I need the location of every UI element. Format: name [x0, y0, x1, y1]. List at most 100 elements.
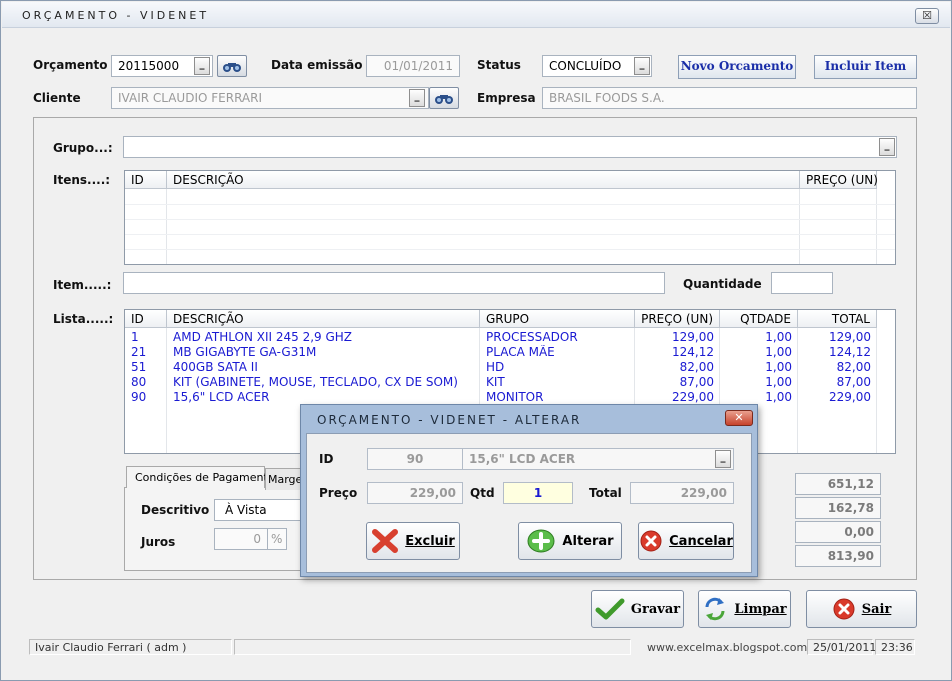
- tab-margem[interactable]: Marge: [265, 468, 305, 490]
- lista-row[interactable]: 80 KIT (GABINETE, MOUSE, TECLADO, CX DE …: [125, 375, 877, 390]
- lista-row[interactable]: 21 MB GIGABYTE GA-G31M PLACA MÃE 124,12 …: [125, 345, 877, 360]
- statusbar-user: Ivair Claudio Ferrari ( adm ): [29, 639, 232, 655]
- lista-cell-descricao: 15,6" LCD ACER: [173, 390, 270, 404]
- orcamento-dropdown-button[interactable]: _: [194, 57, 210, 75]
- dialog-qtd-label: Qtd: [470, 486, 495, 500]
- lista-cell-qtdade: 1,00: [765, 375, 792, 389]
- grupo-dropdown-button[interactable]: _: [879, 138, 895, 156]
- itens-list[interactable]: ID DESCRIÇÃO PREÇO (UN): [124, 170, 896, 265]
- total-field: 651,12: [795, 473, 881, 495]
- dialog-id-field[interactable]: 90: [367, 448, 463, 470]
- lista-col-id[interactable]: ID: [125, 310, 167, 328]
- dialog-qtd-field[interactable]: 1: [503, 482, 573, 504]
- gravar-button[interactable]: Gravar: [591, 590, 684, 628]
- binoculars-icon: [435, 95, 453, 104]
- itens-col-descricao[interactable]: DESCRIÇÃO: [167, 171, 800, 189]
- limpar-button[interactable]: Limpar: [698, 590, 791, 628]
- lista-col-descricao[interactable]: DESCRIÇÃO: [167, 310, 480, 328]
- novo-orcamento-button[interactable]: Novo Orcamento: [678, 55, 796, 79]
- limpar-label: Limpar: [734, 601, 787, 617]
- delete-x-icon: [372, 529, 399, 553]
- lista-cell-grupo: PROCESSADOR: [486, 330, 578, 344]
- cliente-search-button[interactable]: [429, 87, 459, 109]
- dialog-id-label: ID: [319, 452, 334, 466]
- lista-col-qtdade[interactable]: QTDADE: [720, 310, 798, 328]
- juros-field[interactable]: 0: [214, 528, 268, 550]
- juros-value: 0: [253, 532, 261, 546]
- lista-col-total[interactable]: TOTAL: [798, 310, 877, 328]
- excluir-button[interactable]: Excluir: [366, 522, 460, 560]
- cliente-value: IVAIR CLAUDIO FERRARI: [118, 91, 263, 105]
- lista-cell-preco: 124,12: [672, 345, 714, 359]
- grupo-field[interactable]: [123, 136, 897, 158]
- dialog-close-button[interactable]: ✕: [725, 410, 753, 426]
- lista-cell-id: 1: [131, 330, 139, 344]
- lista-cell-descricao: 400GB SATA II: [173, 360, 258, 374]
- lista-cell-id: 51: [131, 360, 147, 374]
- lista-col-preco[interactable]: PREÇO (UN): [635, 310, 720, 328]
- main-window: ORÇAMENTO - VIDENET ☒ Orçamento 20115000…: [0, 0, 952, 681]
- orcamento-value: 20115000: [118, 59, 180, 73]
- descritivo-label: Descritivo: [141, 503, 210, 517]
- dialog-body: ID 90 15,6" LCD ACER _ Preço 229,00 Qtd …: [306, 433, 752, 573]
- itens-col-id[interactable]: ID: [125, 171, 167, 189]
- status-dropdown-button[interactable]: _: [634, 57, 650, 75]
- dialog-descricao-dropdown-button[interactable]: _: [715, 450, 731, 468]
- data-emissao-value: 01/01/2011: [383, 59, 453, 73]
- lista-col-grupo[interactable]: GRUPO: [480, 310, 635, 328]
- lista-cell-grupo: HD: [486, 360, 505, 374]
- dialog-total-field[interactable]: 229,00: [630, 482, 734, 504]
- dialog-descricao-field[interactable]: 15,6" LCD ACER: [462, 448, 734, 470]
- lista-row[interactable]: 1 AMD ATHLON XII 245 2,9 GHZ PROCESSADOR…: [125, 330, 877, 345]
- item-label: Item.....:: [53, 278, 112, 292]
- status-label: Status: [477, 58, 521, 72]
- lista-label: Lista.....:: [53, 312, 114, 326]
- status-value: CONCLUÍDO: [549, 59, 622, 73]
- lista-cell-preco: 82,00: [679, 360, 714, 374]
- data-emissao-label: Data emissão: [271, 58, 363, 72]
- empresa-label: Empresa: [477, 91, 536, 105]
- total-field: 0,00: [795, 521, 881, 543]
- refresh-icon: [705, 597, 725, 621]
- lista-cell-grupo: MONITOR: [486, 390, 544, 404]
- window-close-button[interactable]: ☒: [915, 8, 939, 24]
- cliente-label: Cliente: [33, 91, 81, 105]
- item-field[interactable]: [123, 272, 665, 294]
- grupo-label: Grupo...:: [53, 141, 113, 155]
- total-field: 813,90: [795, 545, 881, 567]
- title-bar: ORÇAMENTO - VIDENET ☒: [2, 2, 950, 28]
- lista-cell-total: 124,12: [829, 345, 871, 359]
- gravar-label: Gravar: [630, 601, 681, 617]
- lista-cell-id: 21: [131, 345, 147, 359]
- juros-label: Juros: [141, 535, 176, 549]
- lista-cell-total: 82,00: [836, 360, 871, 374]
- data-emissao-field[interactable]: 01/01/2011: [366, 55, 460, 77]
- alterar-button[interactable]: Alterar: [518, 522, 622, 560]
- tab-condicoes-pagamento[interactable]: Condições de Pagamento: [126, 466, 275, 488]
- lista-cell-qtdade: 1,00: [765, 390, 792, 404]
- sair-label: Sair: [861, 601, 892, 617]
- dialog-total-label: Total: [589, 486, 622, 500]
- header-frame: [33, 39, 34, 40]
- cliente-field[interactable]: IVAIR CLAUDIO FERRARI: [111, 87, 429, 109]
- dialog-preco-label: Preço: [319, 486, 358, 500]
- cancelar-button[interactable]: Cancelar: [638, 522, 734, 560]
- lista-cell-qtdade: 1,00: [765, 360, 792, 374]
- binoculars-icon: [223, 63, 241, 72]
- incluir-item-button[interactable]: Incluir Item: [814, 55, 917, 79]
- statusbar-date: 25/01/2011: [807, 639, 876, 655]
- empresa-field[interactable]: BRASIL FOODS S.A.: [542, 87, 917, 109]
- dialog-preco-field[interactable]: 229,00: [367, 482, 463, 504]
- lista-cell-grupo: PLACA MÃE: [486, 345, 555, 359]
- sair-button[interactable]: Sair: [806, 590, 917, 628]
- lista-cell-total: 129,00: [829, 330, 871, 344]
- cliente-dropdown-button[interactable]: _: [409, 89, 425, 107]
- quantidade-label: Quantidade: [683, 277, 762, 291]
- descritivo-field[interactable]: À Vista: [214, 499, 304, 521]
- orcamento-search-button[interactable]: [217, 55, 247, 77]
- quantidade-field[interactable]: [771, 272, 833, 294]
- itens-label: Itens....:: [53, 173, 111, 187]
- itens-col-preco[interactable]: PREÇO (UN): [800, 171, 878, 189]
- lista-row[interactable]: 90 15,6" LCD ACER MONITOR 229,00 1,00 22…: [125, 390, 877, 405]
- lista-row[interactable]: 51 400GB SATA II HD 82,00 1,00 82,00: [125, 360, 877, 375]
